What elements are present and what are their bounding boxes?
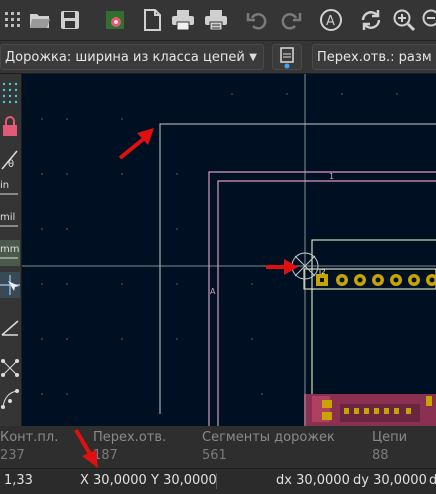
folder-open-icon[interactable] (27, 6, 53, 34)
delta-x: dx 30,0000 (276, 473, 350, 488)
page-icon[interactable] (139, 6, 165, 34)
status-separator (216, 473, 217, 489)
label-a: A (210, 287, 216, 296)
track-width-auto-icon[interactable] (272, 44, 302, 70)
undo-icon[interactable] (244, 6, 270, 34)
via-size-value: Перех.отв.: разм (317, 50, 432, 65)
zoom-in-icon[interactable] (391, 6, 417, 34)
zoom-out-icon[interactable] (420, 6, 436, 34)
messages-panel: Конт.пл. 237 Перех.отв. 187 Сегменты дор… (0, 426, 436, 468)
angle-icon[interactable]: θ (0, 146, 20, 172)
units-mm-icon[interactable]: mm (0, 240, 20, 266)
svg-text:mil: mil (0, 212, 15, 223)
nets-value: 88 (372, 448, 389, 463)
segments-value: 561 (202, 448, 227, 463)
library-icon[interactable] (102, 6, 128, 34)
connector-pads (336, 274, 436, 286)
measure-icon[interactable] (0, 314, 20, 340)
chevron-down-icon: ▼ (249, 45, 257, 70)
units-mil-icon[interactable]: mil (0, 208, 20, 234)
grid-toggle-icon[interactable] (0, 80, 20, 106)
refresh-icon[interactable] (358, 6, 384, 34)
svg-text:A: A (326, 14, 335, 29)
svg-text:θ: θ (8, 159, 14, 170)
left-toolbar: θ in mil mm (0, 74, 22, 426)
courtyard-outer (209, 172, 436, 426)
track-width-select[interactable]: Дорожка: ширина из класса цепей ▼ (0, 44, 264, 70)
grid-dots (41, 93, 398, 395)
units-inch-icon[interactable]: in (0, 176, 20, 202)
print-icon[interactable] (170, 6, 196, 34)
grid-icon[interactable] (0, 6, 26, 34)
curved-ratsnest-icon[interactable] (0, 386, 20, 412)
label-1: 1 (329, 172, 334, 181)
cursor-x: X 30,0000 (80, 473, 147, 488)
courtyard-inner (218, 181, 436, 426)
via-size-select[interactable]: Перех.отв.: разм (312, 44, 436, 70)
main-toolbar: A (0, 0, 436, 41)
pads-value: 237 (0, 448, 25, 463)
ratsnest-icon[interactable] (0, 354, 20, 380)
nets-label: Цепи (372, 430, 407, 445)
pads-label: Конт.пл. (0, 430, 58, 445)
cursor-icon[interactable] (0, 272, 20, 298)
status-bar: 1,33 X 30,0000 Y 30,0000 dx 30,0000 dy 3… (0, 468, 436, 494)
svg-text:in: in (0, 180, 9, 191)
lock-icon[interactable] (0, 114, 20, 140)
annotation-arrow-top (120, 128, 154, 158)
distance: dist (429, 473, 436, 488)
zoom-value: 1,33 (4, 473, 33, 488)
components-cluster (304, 394, 436, 426)
cursor-y: Y 30,0000 (151, 473, 217, 488)
track-width-value: Дорожка: ширина из класса цепей (5, 50, 245, 65)
redo-icon[interactable] (278, 6, 304, 34)
plot-icon[interactable] (203, 6, 229, 34)
save-icon[interactable] (57, 6, 83, 34)
segments-label: Сегменты дорожек (202, 430, 335, 445)
delta-y: dy 30,0000 (353, 473, 427, 488)
svg-text:mm: mm (0, 244, 19, 255)
options-toolbar: Дорожка: ширина из класса цепей ▼ Перех.… (0, 41, 436, 74)
search-icon[interactable]: A (318, 6, 344, 34)
pcb-canvas[interactable]: 1 A J2 (22, 74, 436, 426)
